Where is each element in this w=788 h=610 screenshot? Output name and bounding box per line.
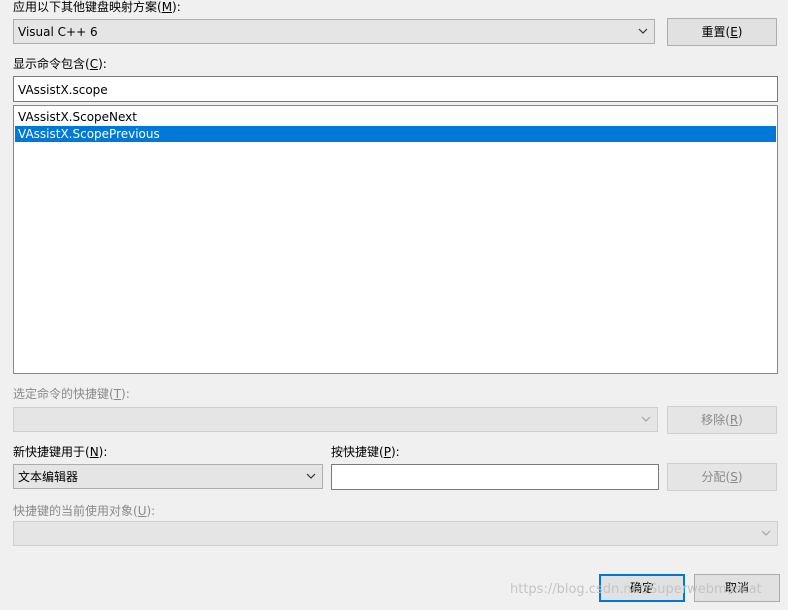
- currently-used-by-dropdown[interactable]: [13, 521, 778, 546]
- remove-button[interactable]: 移除(R): [667, 406, 777, 434]
- chevron-down-icon: [641, 416, 651, 422]
- list-item[interactable]: VAssistX.ScopeNext: [15, 109, 776, 125]
- keyboard-scheme-label: 应用以下其他键盘映射方案(M):: [13, 0, 181, 14]
- assign-button[interactable]: 分配(S): [667, 463, 777, 491]
- chevron-down-icon: [306, 473, 316, 479]
- new-shortcut-scope-dropdown[interactable]: 文本编辑器: [13, 464, 323, 489]
- selected-shortcut-dropdown[interactable]: [13, 407, 658, 432]
- shortcut-key-input[interactable]: [331, 464, 659, 490]
- currently-used-by-label: 快捷键的当前使用对象(U):: [13, 504, 156, 518]
- keyboard-scheme-value: Visual C++ 6: [18, 25, 98, 39]
- command-filter-input[interactable]: VAssistX.scope: [13, 76, 778, 102]
- new-shortcut-label: 新快捷键用于(N):: [13, 445, 108, 459]
- chevron-down-icon: [761, 530, 771, 536]
- command-list[interactable]: VAssistX.ScopeNext VAssistX.ScopePreviou…: [13, 105, 778, 374]
- list-item-selected[interactable]: VAssistX.ScopePrevious: [15, 126, 776, 142]
- press-shortcut-label: 按快捷键(P):: [331, 445, 400, 459]
- reset-button[interactable]: 重置(E): [667, 18, 777, 46]
- chevron-down-icon: [638, 28, 648, 34]
- selected-shortcut-label: 选定命令的快捷键(T):: [13, 387, 130, 401]
- watermark: https://blog.csdn.net/Superwebmascat: [510, 582, 762, 597]
- new-shortcut-scope-value: 文本编辑器: [18, 470, 79, 484]
- show-commands-label: 显示命令包含(C):: [13, 57, 107, 71]
- keyboard-scheme-dropdown[interactable]: Visual C++ 6: [13, 19, 655, 44]
